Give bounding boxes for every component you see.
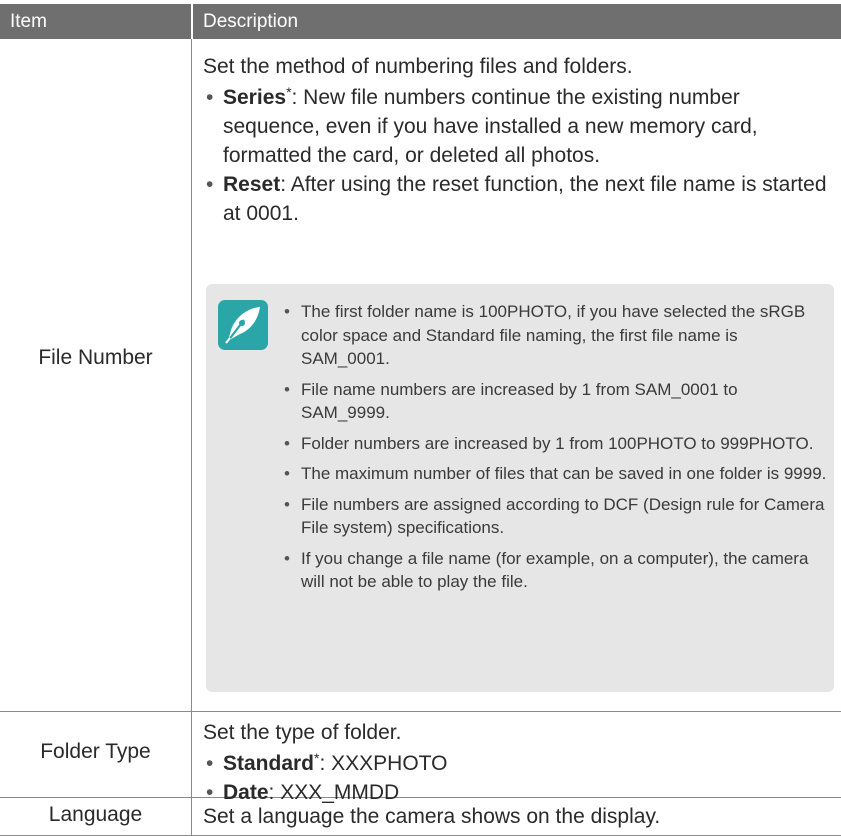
header-item: Item xyxy=(10,11,47,32)
pen-nib-icon xyxy=(218,300,268,350)
folder-type-description: Set the type of folder. Standard*: XXXPH… xyxy=(203,718,833,807)
row-label-file-number: File Number xyxy=(38,346,153,369)
list-item: Standard*: XXXPHOTO xyxy=(203,749,833,778)
list-item: Series*: New file numbers continue the e… xyxy=(203,83,833,170)
option-name: Reset xyxy=(223,173,281,196)
note-item: The maximum number of files that can be … xyxy=(284,462,829,486)
row-divider xyxy=(0,711,841,712)
option-name: Date xyxy=(223,781,269,804)
option-text: : After using the reset function, the ne… xyxy=(223,173,827,225)
file-number-options: Series*: New file numbers continue the e… xyxy=(203,83,833,228)
option-text: : XXXPHOTO xyxy=(319,752,448,775)
option-text: : XXX_MMDD xyxy=(268,781,400,804)
note-item: The first folder name is 100PHOTO, if yo… xyxy=(284,300,829,371)
note-item: Folder numbers are increased by 1 from 1… xyxy=(284,432,829,456)
option-name: Standard xyxy=(223,752,315,775)
file-number-description: Set the method of numbering files and fo… xyxy=(203,52,833,228)
note-item: File numbers are assigned according to D… xyxy=(284,493,829,540)
folder-type-options: Standard*: XXXPHOTO Date: XXX_MMDD xyxy=(203,749,833,807)
option-text: : New file numbers continue the existing… xyxy=(223,86,758,167)
table-header: Item Description xyxy=(0,4,841,39)
folder-type-intro: Set the type of folder. xyxy=(203,721,402,744)
file-number-intro: Set the method of numbering files and fo… xyxy=(203,55,633,78)
note-item: File name numbers are increased by 1 fro… xyxy=(284,378,829,425)
language-description: Set a language the camera shows on the d… xyxy=(203,805,661,828)
column-divider xyxy=(191,39,192,836)
note-box: The first folder name is 100PHOTO, if yo… xyxy=(206,284,834,692)
header-separator xyxy=(191,4,193,39)
row-label-folder-type: Folder Type xyxy=(40,740,151,763)
note-item: If you change a file name (for example, … xyxy=(284,547,829,594)
header-description: Description xyxy=(203,11,299,32)
note-list: The first folder name is 100PHOTO, if yo… xyxy=(284,300,829,601)
list-item: Reset: After using the reset function, t… xyxy=(203,170,833,228)
option-name: Series xyxy=(223,86,287,109)
row-label-language: Language xyxy=(48,803,143,826)
